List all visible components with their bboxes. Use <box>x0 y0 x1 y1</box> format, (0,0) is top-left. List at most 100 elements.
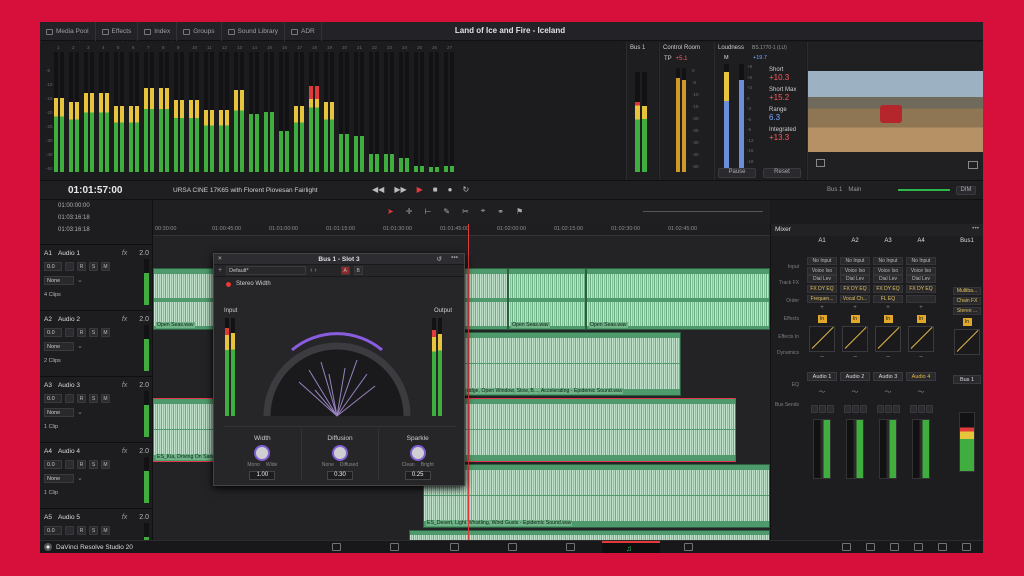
bus-effect-slot[interactable]: Stereo ... <box>953 307 981 315</box>
channel-name[interactable]: Audio 4 <box>906 372 936 381</box>
compare-b-button[interactable]: B <box>353 266 363 275</box>
track-automation-select[interactable]: None <box>44 473 74 483</box>
loudness-standard[interactable]: BS.1770-1 (LU) <box>752 45 787 51</box>
razor-tool-icon[interactable]: ✂ <box>462 207 469 216</box>
track-fx-slot[interactable]: Voice Iso <box>840 267 870 275</box>
clip-a1-3[interactable]: Open Seas.wav <box>508 268 586 330</box>
record-arm-button[interactable]: R <box>77 261 86 271</box>
deliver-page-icon[interactable] <box>684 543 693 551</box>
dynamics-graph[interactable] <box>875 326 901 352</box>
close-icon[interactable]: × <box>218 255 222 262</box>
dim-button[interactable]: DIM <box>956 186 976 195</box>
mixer-m-button[interactable] <box>925 405 933 413</box>
mixer-r-button[interactable] <box>843 405 851 413</box>
track-automation-select[interactable]: None <box>44 407 74 417</box>
solo-button[interactable]: S <box>89 525 98 535</box>
play-icon[interactable]: ▶ <box>417 185 423 194</box>
add-preset-icon[interactable]: + <box>218 267 222 274</box>
dynamics-graph[interactable] <box>809 326 835 352</box>
add-effect-icon[interactable]: + <box>873 305 903 312</box>
order-select[interactable]: FX DY EQ <box>906 285 936 293</box>
solo-button[interactable]: S <box>89 459 98 469</box>
record-arm-button[interactable]: R <box>77 327 86 337</box>
pan-icon[interactable]: 〜 <box>840 387 870 401</box>
preset-nav-icon[interactable]: ‹ › <box>310 267 317 274</box>
lock-icon[interactable] <box>65 525 74 535</box>
trim-tool-icon[interactable]: ⊢ <box>424 207 431 216</box>
track-name[interactable]: Audio 1 <box>58 250 116 257</box>
clip-a4[interactable]: ES_Desert, Light Whistling, Wind Gusts -… <box>423 464 770 528</box>
track-automation-select[interactable]: None <box>44 275 74 285</box>
dynamics-graph[interactable] <box>908 326 934 352</box>
track-volume[interactable]: 0.0 <box>44 393 62 403</box>
mixer-s-button[interactable] <box>818 405 826 413</box>
mute-button[interactable]: M <box>101 261 110 271</box>
effects-in-button[interactable]: In <box>883 315 893 323</box>
channel-name[interactable]: Audio 3 <box>873 372 903 381</box>
keyboard-icon[interactable] <box>914 543 923 551</box>
channel-name[interactable]: Bus 1 <box>953 375 981 384</box>
snap-icon[interactable]: ⌖ <box>481 206 486 216</box>
solo-button[interactable]: S <box>89 393 98 403</box>
loop-icon[interactable]: ↻ <box>462 185 469 194</box>
reset-button[interactable]: Reset <box>763 168 801 178</box>
link-icon[interactable]: ⚭ <box>497 207 504 216</box>
pan-icon[interactable]: 〜 <box>807 387 837 401</box>
input-select[interactable]: No Input <box>807 257 837 265</box>
track-fx-slot[interactable]: Voice Iso <box>807 267 837 275</box>
order-select[interactable]: FX DY EQ <box>873 285 903 293</box>
tab-adr[interactable]: ADR <box>285 22 322 41</box>
effects-slot[interactable]: Frequen... <box>807 295 837 303</box>
fusion-page-icon[interactable] <box>508 543 517 551</box>
track-fx-slot[interactable]: Dial Lev <box>807 275 837 283</box>
mixer-fader-meter[interactable] <box>959 412 975 472</box>
clip-a1-4[interactable]: Open Seas.wav <box>586 268 770 330</box>
eq-curve-icon[interactable]: ~ <box>807 354 837 368</box>
add-effect-icon[interactable]: + <box>840 305 870 312</box>
lock-icon[interactable] <box>65 261 74 271</box>
track-automation-select[interactable]: None <box>44 341 74 351</box>
track-name[interactable]: Audio 2 <box>58 316 116 323</box>
mute-button[interactable]: M <box>101 393 110 403</box>
effects-in-button[interactable]: In <box>850 315 860 323</box>
clip-a2[interactable]: ridge, Open Window, Slow, B..., Accelera… <box>463 332 681 396</box>
track-fx-icon[interactable]: fx <box>122 448 127 455</box>
tab-index[interactable]: Index <box>138 22 178 41</box>
mixer-fader-meter[interactable] <box>813 419 831 479</box>
lock-icon[interactable] <box>65 459 74 469</box>
mixer-fader-meter[interactable] <box>879 419 897 479</box>
solo-button[interactable]: S <box>89 327 98 337</box>
track-fx-slot[interactable]: Dial Lev <box>840 275 870 283</box>
mute-button[interactable]: M <box>101 459 110 469</box>
chevron-down-icon[interactable]: ⌄ <box>77 276 83 284</box>
eq-curve-icon[interactable]: ~ <box>840 354 870 368</box>
eq-curve-icon[interactable]: ~ <box>906 354 936 368</box>
effects-slot[interactable]: Vocal Ch... <box>840 295 870 303</box>
settings-gear-icon[interactable] <box>962 543 971 551</box>
mixer-more-icon[interactable]: ••• <box>972 225 979 232</box>
track-fx-slot[interactable]: Voice Iso <box>873 267 903 275</box>
track-volume[interactable]: 0.0 <box>44 459 62 469</box>
tab-media-pool[interactable]: Media Pool <box>40 22 96 41</box>
chevron-down-icon[interactable]: ⌄ <box>77 474 83 482</box>
cut-page-icon[interactable] <box>390 543 399 551</box>
project-settings-icon[interactable] <box>842 543 851 551</box>
mixer-fader-meter[interactable] <box>912 419 930 479</box>
channel-name[interactable]: Audio 2 <box>840 372 870 381</box>
bus-effect-slot[interactable]: Multiba... <box>953 287 981 295</box>
track-fx-icon[interactable]: fx <box>122 382 127 389</box>
track-name[interactable]: Audio 4 <box>58 448 116 455</box>
track-name[interactable]: Audio 3 <box>58 382 116 389</box>
mixer-s-button[interactable] <box>884 405 892 413</box>
mixer-fader-meter[interactable] <box>846 419 864 479</box>
mixer-s-button[interactable] <box>917 405 925 413</box>
input-select[interactable]: No Input <box>873 257 903 265</box>
chevron-down-icon[interactable]: ⌄ <box>77 408 83 416</box>
mute-button[interactable]: M <box>101 525 110 535</box>
mixer-r-button[interactable] <box>810 405 818 413</box>
pause-button[interactable]: Pause <box>718 168 756 178</box>
track-header-a3[interactable]: A3 Audio 3 fx 2.0 0.0 R S M None ⌄ 1 Clip <box>40 376 153 442</box>
track-name[interactable]: Audio 5 <box>58 514 116 521</box>
input-select[interactable]: No Input <box>840 257 870 265</box>
playhead[interactable] <box>468 224 469 540</box>
